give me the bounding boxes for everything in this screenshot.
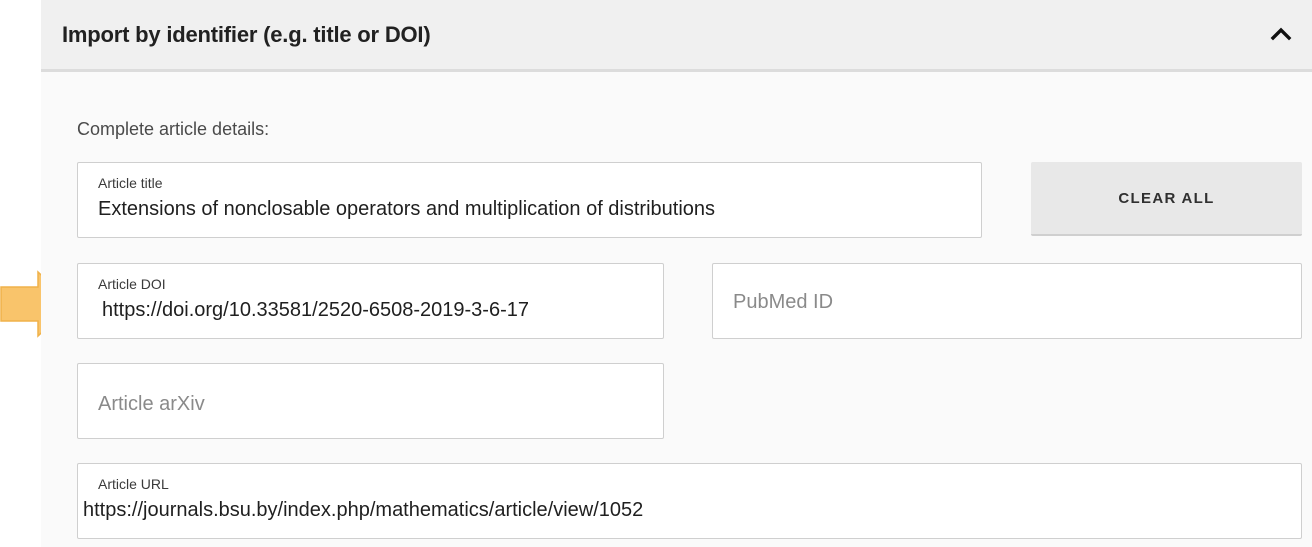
- pubmed-id-field[interactable]: PubMed ID: [712, 263, 1302, 339]
- article-url-field[interactable]: Article URL https://journals.bsu.by/inde…: [77, 463, 1302, 539]
- panel-title: Import by identifier (e.g. title or DOI): [62, 22, 431, 47]
- article-url-value: https://journals.bsu.by/index.php/mathem…: [83, 499, 644, 521]
- chevron-up-icon[interactable]: [1266, 18, 1296, 48]
- import-panel: Import by identifier (e.g. title or DOI)…: [41, 0, 1312, 547]
- form-hint: Complete article details:: [77, 119, 270, 139]
- article-title-field[interactable]: Article title Extensions of nonclosable …: [77, 162, 982, 238]
- clear-all-button[interactable]: CLEAR ALL: [1031, 162, 1302, 236]
- article-url-label: Article URL: [98, 476, 169, 492]
- page: Import by identifier (e.g. title or DOI)…: [0, 0, 1312, 547]
- article-title-value: Extensions of nonclosable operators and …: [98, 198, 716, 220]
- pubmed-id-placeholder: PubMed ID: [733, 291, 834, 313]
- article-arxiv-field[interactable]: Article arXiv: [77, 363, 664, 439]
- article-doi-field[interactable]: Article DOI https://doi.org/10.33581/252…: [77, 263, 664, 339]
- panel-header[interactable]: Import by identifier (e.g. title or DOI): [41, 0, 1312, 72]
- article-doi-value: https://doi.org/10.33581/2520-6508-2019-…: [102, 299, 529, 321]
- article-arxiv-placeholder: Article arXiv: [98, 393, 205, 415]
- article-title-label: Article title: [98, 175, 163, 191]
- article-doi-label: Article DOI: [98, 276, 166, 292]
